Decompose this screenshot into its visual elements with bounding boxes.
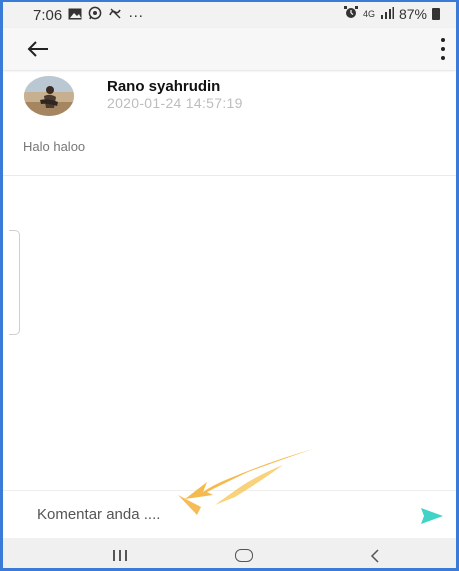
recents-bar xyxy=(119,550,121,561)
send-button[interactable] xyxy=(420,507,444,525)
more-vert-icon-dot xyxy=(441,38,445,42)
battery-percent: 87% xyxy=(398,6,427,22)
comment-input[interactable] xyxy=(37,506,357,523)
profile-photo xyxy=(24,76,74,116)
battery-icon xyxy=(432,8,440,20)
recents-bar xyxy=(125,550,127,561)
post-author[interactable]: Rano syahrudin xyxy=(107,78,220,95)
avatar[interactable] xyxy=(24,76,74,116)
signal-icon xyxy=(380,6,394,22)
app-bar xyxy=(3,28,456,70)
status-left: 7:06 ··· xyxy=(33,6,143,24)
home-icon[interactable] xyxy=(235,549,253,562)
alarm-icon xyxy=(343,6,358,22)
back-button[interactable] xyxy=(25,37,51,61)
more-vert-icon-dot xyxy=(441,56,445,60)
whatsapp-icon xyxy=(88,6,102,24)
nav-back-icon[interactable] xyxy=(367,547,383,565)
side-drawer-handle[interactable] xyxy=(9,230,20,335)
overflow-menu-button[interactable] xyxy=(438,38,448,60)
comment-bar xyxy=(3,490,456,539)
post-body: Halo haloo xyxy=(23,139,86,154)
send-icon xyxy=(421,508,443,524)
status-time: 7:06 xyxy=(33,6,63,24)
post-detail: Rano syahrudin 2020-01-24 14:57:19 Halo … xyxy=(3,70,456,176)
network-4g-icon: 4G xyxy=(362,8,375,19)
more-vert-icon-dot xyxy=(441,47,445,51)
recents-bar xyxy=(113,550,115,561)
muted-icon xyxy=(108,6,122,24)
more-notifications-icon: ··· xyxy=(128,6,144,24)
arrow-left-icon xyxy=(27,41,48,57)
system-nav-bar xyxy=(3,538,456,568)
status-bar: 7:06 ··· 4G 87% xyxy=(3,2,456,28)
recents-icon[interactable] xyxy=(113,550,127,562)
gallery-icon xyxy=(68,7,82,24)
status-right: 4G 87% xyxy=(343,6,440,22)
app-screen: 7:06 ··· 4G 87% Rano syahrudin 2020-01-2… xyxy=(0,0,459,571)
post-timestamp: 2020-01-24 14:57:19 xyxy=(107,95,243,111)
